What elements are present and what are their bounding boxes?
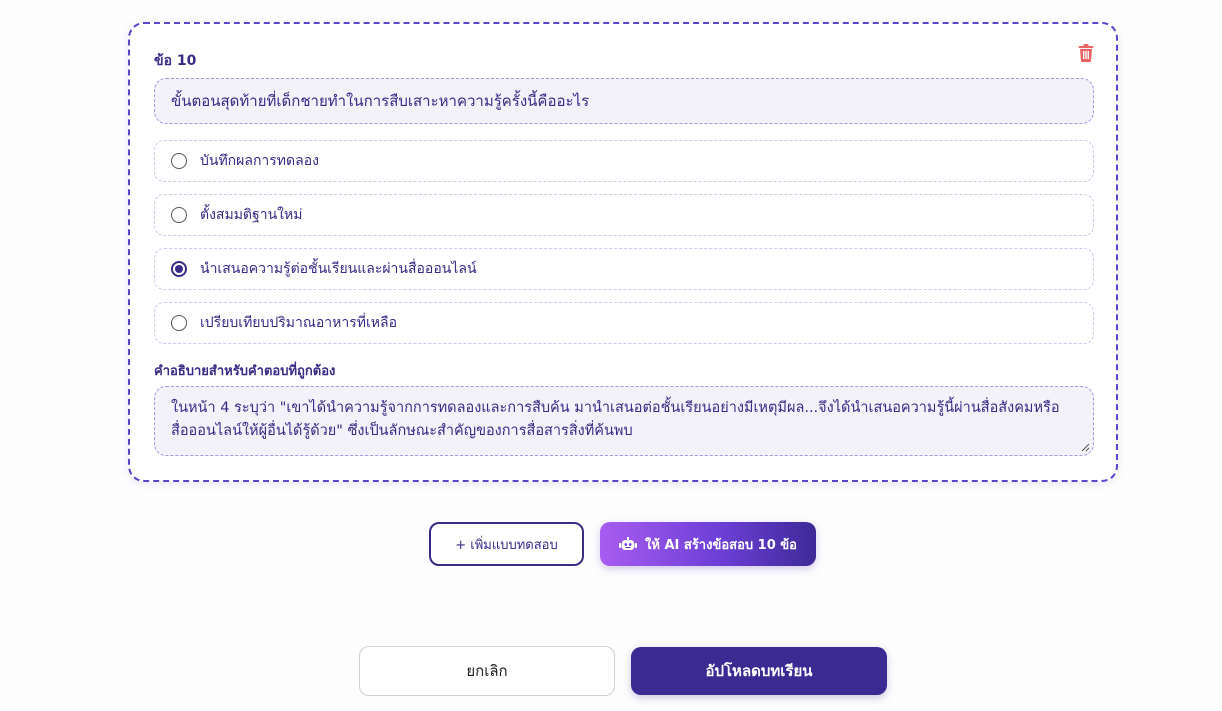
explanation-label: คำอธิบายสำหรับคำตอบที่ถูกต้อง bbox=[154, 364, 336, 379]
answer-option-4[interactable]: เปรียบเทียบปริมาณอาหารที่เหลือ bbox=[154, 302, 1094, 344]
answer-option-label: ตั้งสมมติฐานใหม่ bbox=[200, 207, 303, 223]
answer-option-3[interactable]: นำเสนอความรู้ต่อชั้นเรียนและผ่านสื่อออนไ… bbox=[154, 248, 1094, 290]
trash-icon bbox=[1078, 44, 1094, 62]
delete-question-button[interactable] bbox=[1078, 44, 1098, 66]
explanation-text: ในหน้า 4 ระบุว่า "เขาได้นำความรู้จากการท… bbox=[171, 400, 1060, 439]
question-number-label: ข้อ 10 bbox=[154, 53, 197, 69]
question-text-input[interactable]: ขั้นตอนสุดท้ายที่เด็กชายทำในการสืบเสาะหา… bbox=[154, 78, 1094, 124]
answer-option-1[interactable]: บันทึกผลการทดลอง bbox=[154, 140, 1094, 182]
answer-option-label: เปรียบเทียบปริมาณอาหารที่เหลือ bbox=[200, 315, 397, 331]
answer-radio-4[interactable] bbox=[171, 315, 187, 331]
resize-handle-icon[interactable] bbox=[1080, 442, 1090, 452]
explanation-textarea[interactable]: ในหน้า 4 ระบุว่า "เขาได้นำความรู้จากการท… bbox=[154, 386, 1094, 456]
answer-radio-1[interactable] bbox=[171, 153, 187, 169]
question-card: ข้อ 10 ขั้นตอนสุดท้ายที่เด็กชายทำในการสื… bbox=[128, 22, 1118, 482]
ai-generate-quiz-button[interactable]: ให้ AI สร้างข้อสอบ 10 ข้อ bbox=[600, 522, 816, 566]
robot-icon bbox=[619, 537, 638, 551]
answer-radio-2[interactable] bbox=[171, 207, 187, 223]
ai-generate-label: ให้ AI สร้างข้อสอบ 10 ข้อ bbox=[645, 537, 797, 553]
answer-option-2[interactable]: ตั้งสมมติฐานใหม่ bbox=[154, 194, 1094, 236]
answer-option-label: นำเสนอความรู้ต่อชั้นเรียนและผ่านสื่อออนไ… bbox=[200, 261, 477, 277]
add-quiz-button[interactable]: + เพิ่มแบบทดสอบ bbox=[429, 522, 584, 566]
cancel-button[interactable]: ยกเลิก bbox=[359, 646, 615, 696]
upload-lesson-button[interactable]: อัปโหลดบทเรียน bbox=[631, 647, 887, 695]
page: ข้อ 10 ขั้นตอนสุดท้ายที่เด็กชายทำในการสื… bbox=[0, 0, 1222, 711]
answer-radio-3[interactable] bbox=[171, 261, 187, 277]
answer-option-label: บันทึกผลการทดลอง bbox=[200, 153, 319, 169]
